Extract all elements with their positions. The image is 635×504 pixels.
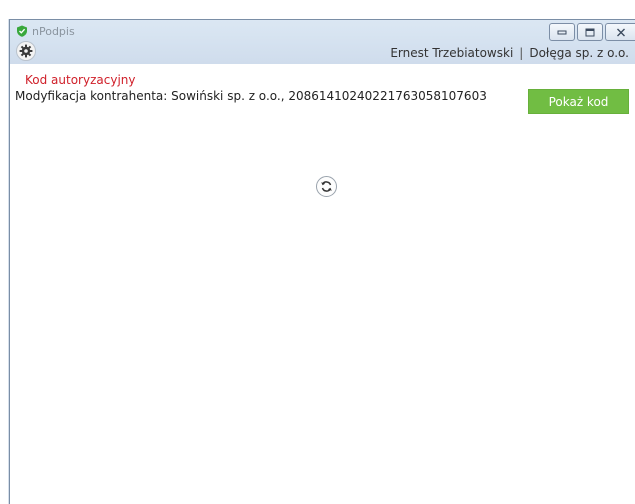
maximize-button[interactable] bbox=[577, 23, 603, 41]
refresh-button[interactable] bbox=[316, 176, 337, 197]
shield-icon bbox=[17, 25, 27, 37]
close-icon bbox=[616, 28, 625, 36]
window-title: nPodpis bbox=[32, 25, 75, 38]
section-title: Kod autoryzacyjny bbox=[25, 73, 136, 87]
title-bar[interactable]: nPodpis Ernest Trzebiatowski | Dołęga sp… bbox=[10, 20, 635, 64]
refresh-icon bbox=[321, 181, 332, 192]
gear-icon bbox=[19, 44, 33, 58]
user-name: Ernest Trzebiatowski bbox=[390, 46, 514, 60]
user-info: Ernest Trzebiatowski | Dołęga sp. z o.o. bbox=[390, 46, 629, 60]
minimize-icon bbox=[557, 30, 567, 35]
close-button[interactable] bbox=[605, 23, 635, 41]
show-code-button[interactable]: Pokaż kod bbox=[528, 89, 629, 114]
minimize-button[interactable] bbox=[549, 23, 575, 41]
authorization-request: Modyfikacja kontrahenta: Sowiński sp. z … bbox=[15, 89, 487, 103]
company-name: Dołęga sp. z o.o. bbox=[529, 46, 629, 60]
window-controls bbox=[549, 23, 635, 41]
settings-button[interactable] bbox=[16, 41, 36, 61]
maximize-icon bbox=[585, 28, 595, 36]
user-separator: | bbox=[519, 46, 524, 60]
app-window: nPodpis Ernest Trzebiatowski | Dołęga sp… bbox=[9, 19, 635, 504]
main-content: Kod autoryzacyjny Modyfikacja kontrahent… bbox=[10, 64, 635, 504]
